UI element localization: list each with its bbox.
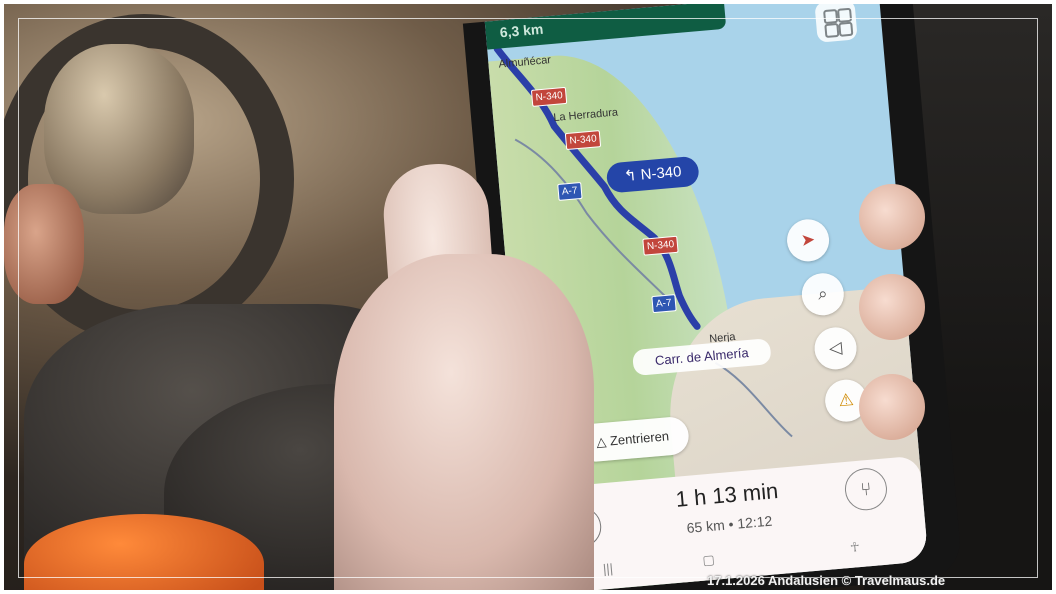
trip-separator: • bbox=[727, 515, 735, 533]
photo-frame: 6,3 km Almuñécar La Herradura Nerja N-34… bbox=[0, 0, 1056, 594]
turn-road: N-340 bbox=[639, 163, 683, 184]
recenter-label: Zentrieren bbox=[609, 428, 670, 449]
road-shield-n340: N-340 bbox=[642, 235, 679, 256]
car-interior-photo: 6,3 km Almuñécar La Herradura Nerja N-34… bbox=[4, 4, 1052, 590]
layers-grid-icon[interactable] bbox=[814, 4, 858, 43]
trip-duration: 1 h 13 min bbox=[674, 477, 780, 512]
trip-summary: 65 km • 12:12 bbox=[649, 509, 810, 539]
road-shield-n340: N-340 bbox=[564, 130, 602, 151]
road-shield-n340: N-340 bbox=[530, 86, 568, 107]
road-shield-a7: A-7 bbox=[557, 181, 583, 201]
arrival-time: 12:12 bbox=[736, 512, 773, 532]
accessibility-icon[interactable]: ☥ bbox=[849, 539, 860, 556]
watermark: 17.1.2026 Andalusien © Travelmaus.de bbox=[707, 573, 946, 588]
holding-palm bbox=[334, 254, 594, 590]
distance-text: 6,3 km bbox=[499, 20, 544, 41]
road-shield-a7: A-7 bbox=[651, 294, 677, 314]
turn-arrow-icon: ↰ bbox=[623, 166, 642, 186]
alternate-routes-icon[interactable]: ⑂ bbox=[843, 466, 889, 512]
driver-hand bbox=[4, 184, 84, 304]
recent-apps-icon[interactable]: ||| bbox=[602, 561, 613, 577]
trip-distance: 65 km bbox=[686, 516, 726, 536]
holding-fingers bbox=[859, 184, 929, 464]
home-icon[interactable]: ▢ bbox=[702, 552, 716, 569]
